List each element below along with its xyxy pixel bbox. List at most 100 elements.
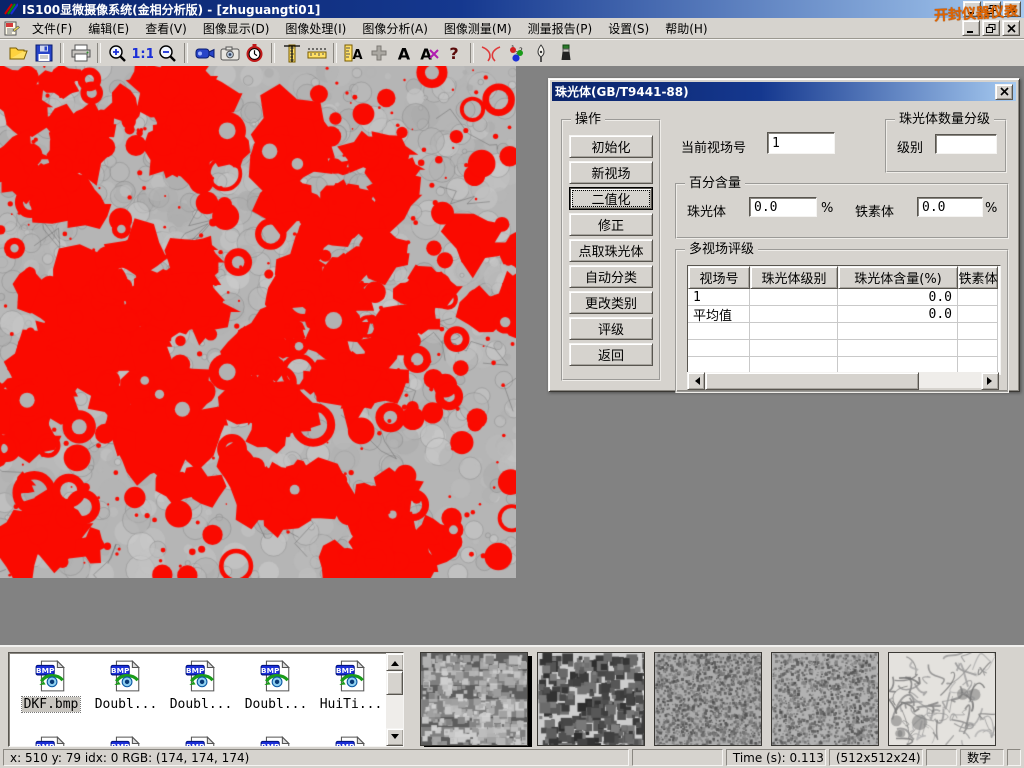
actual-size-button[interactable]: 1:1 (130, 41, 155, 65)
camera-icon (220, 45, 240, 61)
help-button[interactable]: ? (441, 41, 466, 65)
scrollbar-track[interactable] (386, 695, 403, 728)
video-capture-button[interactable] (192, 41, 217, 65)
mdi-minimize-icon (966, 24, 976, 33)
minimize-button[interactable] (963, 1, 981, 17)
file-item[interactable] (165, 735, 237, 747)
bmp-file-icon (34, 659, 68, 693)
scrollbar-thumb[interactable] (705, 372, 919, 390)
menu-image-process[interactable]: 图像处理(I) (277, 18, 354, 39)
close-button[interactable] (1003, 1, 1021, 17)
thumbnail-2[interactable] (537, 652, 645, 746)
bmp-file-icon (34, 735, 68, 747)
auto-classify-button[interactable]: 自动分类 (569, 265, 653, 288)
mdi-restore-button[interactable] (982, 20, 1000, 36)
file-item[interactable] (315, 735, 387, 747)
scroll-left-button[interactable] (687, 372, 705, 390)
move-tool-button[interactable] (366, 41, 391, 65)
file-item[interactable]: DKF.bmp (15, 659, 87, 712)
file-name[interactable]: Doubl... (168, 697, 235, 712)
measure-vertical-button[interactable] (279, 41, 304, 65)
col-field-no[interactable]: 视场号 (688, 266, 750, 289)
file-item[interactable] (15, 735, 87, 747)
menu-file[interactable]: 文件(F) (24, 18, 80, 39)
svg-text:A: A (397, 45, 410, 63)
change-class-button[interactable]: 更改类别 (569, 291, 653, 314)
file-list-scrollbar[interactable] (386, 653, 403, 746)
scrollbar-thumb[interactable] (386, 671, 403, 695)
svg-text:?: ? (449, 44, 458, 62)
file-name[interactable]: Doubl... (243, 697, 310, 712)
curve-tool-button[interactable] (478, 41, 503, 65)
grade-level-input[interactable] (935, 134, 997, 154)
init-button[interactable]: 初始化 (569, 135, 653, 158)
calibration-button[interactable]: A (341, 41, 366, 65)
micrograph-image[interactable] (0, 66, 516, 578)
snapshot-button[interactable] (217, 41, 242, 65)
table-row[interactable]: 平均值 0.0 (688, 306, 1000, 323)
measure-horizontal-button[interactable] (304, 41, 329, 65)
mdi-close-button[interactable] (1002, 20, 1020, 36)
current-field-input[interactable] (767, 132, 835, 154)
ferrite-percent-input[interactable] (917, 197, 983, 217)
menu-image-measure[interactable]: 图像测量(M) (436, 18, 520, 39)
thumbnail-5[interactable] (888, 652, 996, 746)
letter-a-style-icon: A (419, 44, 439, 62)
scroll-right-button[interactable] (981, 372, 999, 390)
zoom-out-button[interactable] (155, 41, 180, 65)
correct-button[interactable]: 修正 (569, 213, 653, 236)
brush-button[interactable] (553, 41, 578, 65)
scroll-down-button[interactable] (386, 728, 404, 746)
pearlite-percent-input[interactable] (749, 197, 817, 217)
dialog-close-button[interactable] (995, 84, 1013, 100)
menu-settings[interactable]: 设置(S) (600, 18, 657, 39)
menu-view[interactable]: 查看(V) (137, 18, 195, 39)
print-button[interactable] (68, 41, 93, 65)
menu-help[interactable]: 帮助(H) (657, 18, 715, 39)
zoom-in-button[interactable] (105, 41, 130, 65)
menu-image-display[interactable]: 图像显示(D) (195, 18, 278, 39)
pick-pearlite-button[interactable]: 点取珠光体 (569, 239, 653, 262)
mdi-minimize-button[interactable] (962, 20, 980, 36)
thumbnail-1[interactable] (420, 652, 528, 746)
binarize-button[interactable]: 二值化 (569, 187, 653, 210)
col-ferrite[interactable]: 铁素体 (958, 266, 998, 289)
file-name[interactable]: DKF.bmp (22, 697, 81, 712)
file-item[interactable] (240, 735, 312, 747)
grade-button[interactable]: 评级 (569, 317, 653, 340)
menu-measure-report[interactable]: 测量报告(P) (520, 18, 601, 39)
menu-image-analysis[interactable]: 图像分析(A) (354, 18, 436, 39)
text-annotate-button[interactable]: A (391, 41, 416, 65)
open-folder-icon (9, 44, 29, 62)
cell (750, 306, 838, 323)
file-name[interactable]: HuiTi... (318, 697, 385, 712)
save-button[interactable] (31, 41, 56, 65)
pointer-pen-button[interactable] (528, 41, 553, 65)
dialog-title-bar[interactable]: 珠光体(GB/T9441-88) (552, 82, 1016, 101)
marker-points-button[interactable]: 1 2 3 (503, 41, 528, 65)
minimize-icon (967, 5, 977, 14)
bmp-file-icon (184, 735, 218, 747)
table-row[interactable]: 1 0.0 (688, 289, 1000, 306)
scroll-up-button[interactable] (386, 653, 404, 671)
file-item[interactable]: Doubl... (90, 659, 162, 712)
menu-edit[interactable]: 编辑(E) (80, 18, 137, 39)
timer-button[interactable] (242, 41, 267, 65)
file-item[interactable]: Doubl... (165, 659, 237, 712)
restore-button[interactable] (983, 1, 1001, 17)
status-image-size: (512x512x24) (829, 749, 923, 766)
text-style-button[interactable]: A (416, 41, 441, 65)
file-item[interactable]: Doubl... (240, 659, 312, 712)
file-item[interactable] (90, 735, 162, 747)
return-button[interactable]: 返回 (569, 343, 653, 366)
thumbnail-3[interactable] (654, 652, 762, 746)
new-field-button[interactable]: 新视场 (569, 161, 653, 184)
col-pearlite-content[interactable]: 珠光体含量(%) (838, 266, 958, 289)
file-item[interactable]: HuiTi... (315, 659, 387, 712)
col-pearlite-grade[interactable]: 珠光体级别 (750, 266, 838, 289)
open-button[interactable] (6, 41, 31, 65)
table-horizontal-scrollbar[interactable] (687, 372, 999, 388)
file-name[interactable]: Doubl... (93, 697, 160, 712)
spline-curve-icon (480, 44, 502, 63)
thumbnail-4[interactable] (771, 652, 879, 746)
